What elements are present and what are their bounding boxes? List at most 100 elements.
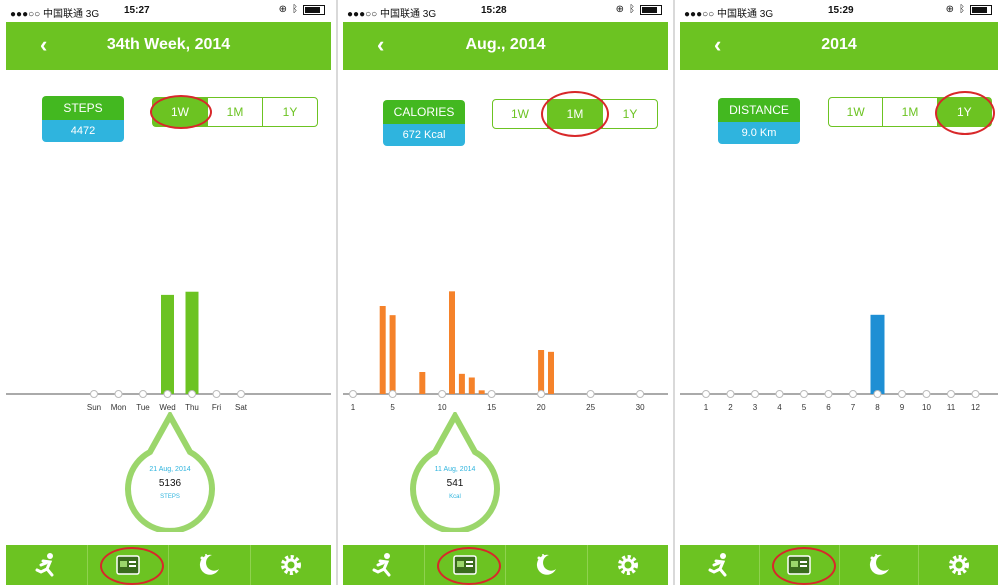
battery-icon [303,4,325,15]
carrier-label: ●●●○○ 中国联通 3G [684,9,774,20]
tab-1w[interactable]: 1W [493,100,548,128]
x-tick-label: 10 [438,403,447,412]
x-tick-label: 25 [586,403,595,412]
bar [538,350,545,394]
nav-settings[interactable] [919,545,998,585]
bar [419,372,426,394]
phone-screen-year: ●●●○○ 中国联通 3G 15:29 ⊕ ᛒ ‹ 2014 DISTANCE 9… [680,0,998,585]
axis-point [188,390,196,398]
page-title: 34th Week, 2014 [106,36,231,53]
moon-icon [537,554,557,575]
axis-point [438,390,447,398]
axis-point [636,390,645,398]
highlight-circle [541,91,609,137]
nav-sleep[interactable] [169,545,251,585]
x-tick-label: Sun [87,403,101,412]
value-tooltip: 11 Aug, 2014 541 Kcal [409,409,501,537]
bottom-nav [680,545,998,585]
tooltip-unit: STEPS [160,494,180,500]
nav-statistics[interactable] [760,545,840,585]
bar [161,294,174,394]
gear-icon [280,555,301,575]
nav-settings[interactable] [588,545,669,585]
metric-label: DISTANCE [718,98,800,122]
axis-point [800,390,808,398]
nav-statistics[interactable] [425,545,506,585]
axis-point [726,390,735,398]
clock: 15:27 [124,5,150,16]
runner-icon [372,553,391,577]
status-bar: ●●●○○ 中国联通 3G 15:28 ⊕ ᛒ [343,0,668,22]
x-tick-label: 2 [728,403,733,412]
bottom-nav [6,545,331,585]
x-tick-label: Mon [111,403,127,412]
moon-icon [869,554,889,575]
axis-point [537,390,546,398]
phone-screen-month: ●●●○○ 中国联通 3G 15:28 ⊕ ᛒ ‹ Aug., 2014 CALO… [343,0,668,585]
nav-settings[interactable] [251,545,332,585]
x-tick-label: 7 [851,403,856,412]
moon-icon [200,554,220,575]
carrier-label: ●●●○○ 中国联通 3G [347,9,437,20]
x-tick-label: Fri [212,403,222,412]
page-title: 2014 [821,36,857,53]
x-tick-label: 9 [900,403,905,412]
axis-point [751,390,759,398]
bar [468,377,475,394]
tab-1w[interactable]: 1W [829,98,884,126]
runner-icon [708,553,727,577]
highlight-circle [99,547,164,585]
x-tick-label: 1 [351,403,356,412]
clock: 15:29 [828,5,854,16]
x-tick-label: 11 [947,403,956,412]
status-bar: ●●●○○ 中国联通 3G 15:27 ⊕ ᛒ [6,0,331,22]
metric-label: STEPS [42,96,124,120]
axis-point [139,390,147,398]
x-tick-label: 15 [487,403,496,412]
bar [449,291,455,394]
bluetooth-icon: ᛒ [959,4,965,15]
nav-activity[interactable] [343,545,425,585]
nav-activity[interactable] [680,545,760,585]
metric-badge: DISTANCE 9.0 Km [718,98,800,144]
lock-rotation-icon: ⊕ [278,4,287,15]
lock-rotation-icon: ⊕ [615,4,624,15]
x-tick-label: 4 [777,403,782,412]
x-tick-label: Sat [235,403,248,412]
header-bar: ‹ Aug., 2014 [343,22,668,70]
clock: 15:28 [481,5,507,16]
bar [870,314,885,394]
nav-sleep[interactable] [506,545,588,585]
x-tick-label: 3 [753,403,758,412]
x-tick-label: Tue [136,403,150,412]
screenshot-divider [673,0,675,585]
runner-icon [35,553,54,577]
highlight-circle [771,547,836,585]
tab-1y[interactable]: 1Y [603,100,657,128]
bar [458,373,465,394]
tooltip-value: 5136 [158,478,182,489]
lock-rotation-icon: ⊕ [945,4,954,15]
bar [379,306,386,394]
tab-1m[interactable]: 1M [208,98,263,126]
metric-badge: STEPS 4472 [42,96,124,142]
x-tick-label: 8 [875,403,880,412]
phone-screen-week: ●●●○○ 中国联通 3G 15:27 ⊕ ᛒ ‹ 34th Week, 2014… [6,0,331,585]
tooltip-date: 11 Aug, 2014 [434,466,476,473]
screenshot-divider [336,0,338,585]
x-tick-label: 5 [390,403,395,412]
nav-sleep[interactable] [840,545,920,585]
nav-statistics[interactable] [88,545,169,585]
x-tick-label: 20 [537,403,546,412]
bar [185,291,199,394]
axis-point [947,390,955,398]
bluetooth-icon: ᛒ [629,4,635,15]
nav-activity[interactable] [6,545,88,585]
axis-point [586,390,595,398]
axis-point [775,390,784,398]
tab-1m[interactable]: 1M [883,98,938,126]
axis-point [90,390,98,398]
page-title: Aug., 2014 [465,36,546,53]
tab-1y[interactable]: 1Y [263,98,317,126]
axis-point [971,390,980,398]
